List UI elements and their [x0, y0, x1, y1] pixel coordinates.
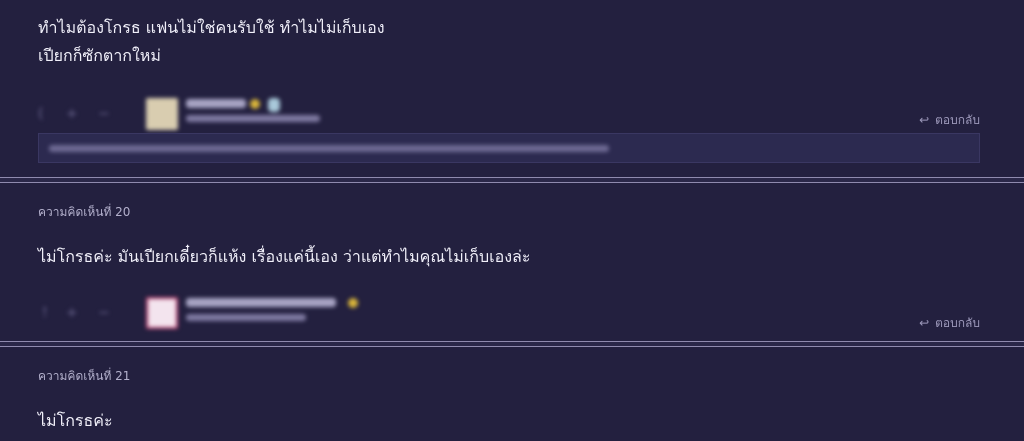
- badge-icon: [250, 99, 260, 109]
- comment-divider: [0, 177, 1024, 183]
- comment-meta-row: ! + −: [38, 297, 980, 337]
- comment-body-line: เปียกก็ซักตากใหม่: [38, 46, 161, 65]
- badge-icon: [348, 298, 358, 308]
- reply-label: ตอบกลับ: [935, 113, 980, 127]
- comment-20: ความคิดเห็นที่ 20 ไม่โกรธค่ะ มันเปียกเดี…: [0, 184, 1024, 342]
- badge-icon: [268, 98, 280, 112]
- comment-number: ความคิดเห็นที่ 21: [38, 369, 131, 383]
- minus-icon[interactable]: −: [98, 305, 110, 321]
- minus-icon[interactable]: −: [98, 106, 110, 122]
- comment-body-line: ไม่โกรธค่ะ: [38, 411, 113, 430]
- comment-body: ไม่โกรธค่ะ มันเปียกเดี๋ยวก็แห้ง เรื่องแค…: [38, 243, 530, 271]
- username-blurred[interactable]: [186, 298, 336, 307]
- comment-body-line: ไม่โกรธค่ะ มันเปียกเดี๋ยวก็แห้ง เรื่องแค…: [38, 247, 531, 266]
- reply-label: ตอบกลับ: [935, 316, 980, 330]
- emotion-icon[interactable]: !: [42, 305, 48, 321]
- plus-icon[interactable]: +: [66, 305, 78, 321]
- comments-page: ทำไมต้องโกรธ แฟนไม่ใช่คนรับใช้ ทำไมไม่เก…: [0, 0, 1024, 441]
- reply-arrow-icon: ↩: [919, 316, 930, 330]
- comment-21: ความคิดเห็นที่ 21 ไม่โกรธค่ะ: [0, 349, 1024, 441]
- username-blurred[interactable]: [186, 99, 246, 108]
- comment-body: ไม่โกรธค่ะ: [38, 407, 113, 435]
- plus-icon[interactable]: +: [66, 106, 78, 122]
- quoted-members-box: [38, 133, 980, 163]
- emotion-icon[interactable]: (: [38, 106, 43, 122]
- comment-body-line: ทำไมต้องโกรธ แฟนไม่ใช่คนรับใช้ ทำไมไม่เก…: [38, 18, 385, 37]
- quoted-members-blurred[interactable]: [49, 145, 609, 152]
- avatar[interactable]: [146, 98, 178, 130]
- comment-19: ทำไมต้องโกรธ แฟนไม่ใช่คนรับใช้ ทำไมไม่เก…: [0, 0, 1024, 178]
- avatar[interactable]: [146, 297, 178, 329]
- comment-divider: [0, 341, 1024, 347]
- reply-button[interactable]: ↩ ตอบกลับ: [919, 314, 980, 333]
- reply-button[interactable]: ↩ ตอบกลับ: [919, 111, 980, 130]
- comment-meta-row: ( + −: [38, 98, 980, 138]
- timestamp-blurred: [186, 314, 306, 321]
- timestamp-blurred: [186, 115, 320, 122]
- reply-arrow-icon: ↩: [919, 113, 930, 127]
- comment-number: ความคิดเห็นที่ 20: [38, 205, 131, 219]
- comment-body: ทำไมต้องโกรธ แฟนไม่ใช่คนรับใช้ ทำไมไม่เก…: [38, 14, 385, 70]
